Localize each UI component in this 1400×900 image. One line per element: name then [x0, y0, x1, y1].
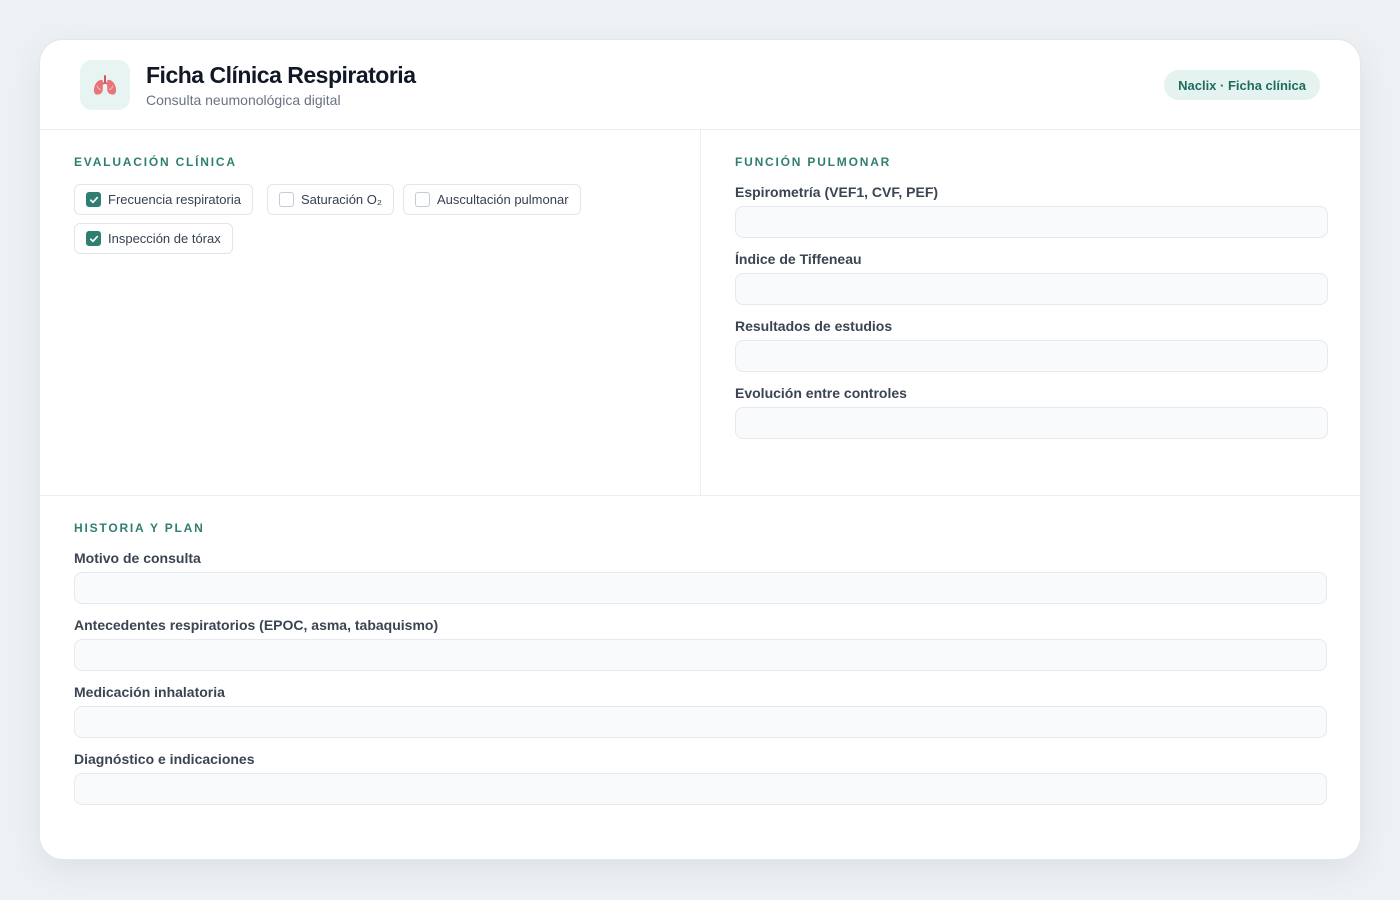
input-evolucion-controles[interactable] — [735, 407, 1328, 439]
checkbox-checked-icon[interactable] — [86, 231, 101, 246]
input-tiffeneau[interactable] — [735, 273, 1328, 305]
section-title-evaluacion: Evaluación clínica — [74, 155, 237, 169]
form-header: Ficha Clínica Respiratoria Consulta neum… — [40, 40, 1360, 130]
check-saturacion-o2[interactable]: Saturación O₂ — [267, 184, 394, 215]
section-title-historia: Historia y plan — [74, 521, 205, 535]
section-title-funcion: Función pulmonar — [735, 155, 892, 169]
page-subtitle: Consulta neumonológica digital — [146, 92, 341, 108]
app-logo — [80, 60, 130, 110]
brand-badge: Naclix · Ficha clínica — [1164, 70, 1320, 100]
label-medicacion-inhalatoria: Medicación inhalatoria — [74, 684, 225, 700]
label-espirometria: Espirometría (VEF1, CVF, PEF) — [735, 184, 939, 200]
checkbox-checked-icon[interactable] — [86, 192, 101, 207]
label-diagnostico: Diagnóstico e indicaciones — [74, 751, 255, 767]
input-antecedentes[interactable] — [74, 639, 1327, 671]
checkbox-unchecked-icon[interactable] — [279, 192, 294, 207]
check-label: Frecuencia respiratoria — [108, 192, 241, 207]
clinical-form-card: Ficha Clínica Respiratoria Consulta neum… — [39, 39, 1361, 860]
check-frecuencia-respiratoria[interactable]: Frecuencia respiratoria — [74, 184, 253, 215]
input-medicacion-inhalatoria[interactable] — [74, 706, 1327, 738]
check-label: Saturación O₂ — [301, 192, 382, 207]
label-evolucion-controles: Evolución entre controles — [735, 385, 907, 401]
check-label: Inspección de tórax — [108, 231, 221, 246]
input-diagnostico[interactable] — [74, 773, 1327, 805]
check-inspeccion-torax[interactable]: Inspección de tórax — [74, 223, 233, 254]
check-label: Auscultación pulmonar — [437, 192, 569, 207]
lungs-icon — [93, 75, 117, 95]
page-title: Ficha Clínica Respiratoria — [146, 62, 416, 88]
column-divider — [700, 130, 701, 495]
checkbox-unchecked-icon[interactable] — [415, 192, 430, 207]
label-resultados-estudios: Resultados de estudios — [735, 318, 893, 334]
input-espirometria[interactable] — [735, 206, 1328, 238]
section-divider — [40, 495, 1360, 496]
input-motivo-consulta[interactable] — [74, 572, 1327, 604]
check-auscultacion-pulmonar[interactable]: Auscultación pulmonar — [403, 184, 581, 215]
label-motivo-consulta: Motivo de consulta — [74, 550, 201, 566]
label-tiffeneau: Índice de Tiffeneau — [735, 251, 862, 267]
label-antecedentes: Antecedentes respiratorios (EPOC, asma, … — [74, 617, 439, 633]
input-resultados-estudios[interactable] — [735, 340, 1328, 372]
